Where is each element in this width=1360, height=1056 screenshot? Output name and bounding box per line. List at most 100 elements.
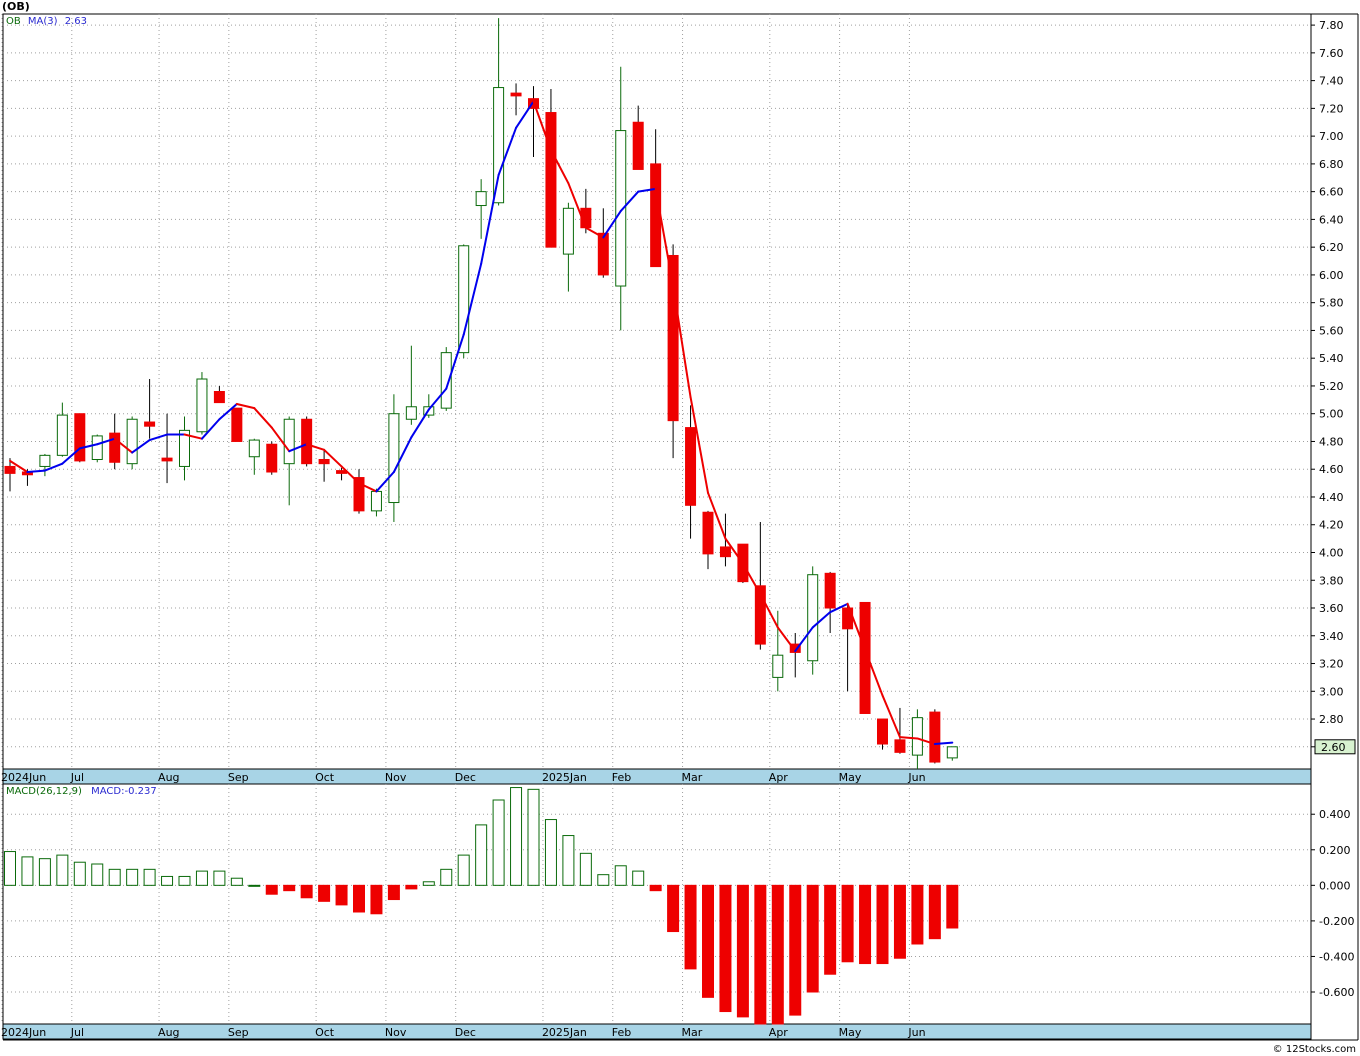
macd-bar [300, 884, 313, 899]
ma-line-segment [741, 562, 762, 596]
price-tick-label: 5.60 [1319, 324, 1344, 337]
macd-bar [440, 868, 453, 886]
price-tick-label: 3.00 [1319, 685, 1344, 698]
candle-body [301, 418, 313, 465]
candle-body [475, 191, 487, 207]
ma-line-segment [270, 426, 291, 453]
candle-body [597, 232, 609, 276]
ma-line-segment [898, 736, 919, 740]
candle-body [772, 654, 784, 678]
date-tick-label: May [839, 1026, 862, 1039]
macd-bar [702, 884, 714, 998]
date-tick-label: Dec [455, 1026, 476, 1039]
credit-text: © 12Stocks.com [1272, 1044, 1356, 1055]
macd-tick-label: 0.000 [1319, 879, 1351, 892]
candle-body [405, 406, 417, 420]
candle-body [911, 717, 923, 756]
macd-bar [632, 870, 645, 886]
ma-line-segment [96, 437, 116, 446]
price-tick-label: 3.80 [1319, 574, 1344, 587]
candle-body [39, 454, 51, 467]
price-tick-label: 3.40 [1319, 630, 1344, 643]
candle-body [877, 718, 888, 745]
macd-tick-label: 0.200 [1319, 844, 1351, 857]
candle-body [685, 427, 697, 506]
macd-bar [876, 884, 889, 965]
candle-body [458, 245, 470, 354]
candle-body [196, 378, 208, 433]
date-tick-label: Nov [385, 1026, 407, 1039]
price-tick-label: 5.00 [1319, 408, 1344, 421]
price-tick-label: 3.60 [1319, 602, 1344, 615]
price-tick-label: 3.20 [1319, 658, 1344, 671]
candle-body [56, 414, 68, 456]
candle-body [562, 207, 574, 255]
macd-bar [230, 877, 243, 886]
macd-bar [475, 824, 488, 886]
macd-bar [946, 884, 959, 929]
ma-line-segment [323, 448, 343, 468]
candle-body [824, 572, 836, 609]
candle-body [21, 471, 33, 476]
ma-line-segment [340, 465, 360, 485]
macd-bar [405, 884, 418, 890]
macd-tick-label: -0.200 [1319, 915, 1354, 928]
macd-bar [161, 875, 174, 886]
ma-line-segment [532, 100, 552, 152]
macd-tick-label: 0.400 [1319, 808, 1351, 821]
date-tick-label: 2025Jan [542, 771, 587, 784]
macd-tick-label: -0.400 [1319, 950, 1354, 963]
candle-body [632, 121, 644, 170]
ma-line-segment [916, 737, 936, 746]
macd-bar [126, 868, 139, 886]
ma-line-segment [427, 387, 448, 411]
candle-body [754, 585, 766, 645]
price-tick-label: 2.80 [1319, 713, 1344, 726]
date-axis-band [2, 768, 1312, 785]
macd-tick-label: -0.600 [1319, 986, 1354, 999]
legend-macd-label: MACD(26,12,9) [6, 786, 82, 797]
ma-line-segment [26, 469, 46, 473]
price-tick-label: 4.20 [1319, 519, 1344, 532]
date-tick-label: May [839, 771, 862, 784]
candle-body [545, 112, 557, 248]
candle-body [615, 130, 627, 287]
last-price-tag [1314, 739, 1356, 755]
ma-line-segment [654, 187, 675, 288]
candle-body [231, 407, 243, 442]
candle-body [248, 439, 260, 458]
macd-bar [492, 799, 505, 886]
candle-body [353, 477, 365, 512]
macd-bar [4, 851, 16, 886]
price-tick-label: 5.20 [1319, 380, 1344, 393]
candle-body [370, 490, 382, 512]
price-tick-label: 4.80 [1319, 435, 1344, 448]
ma-line-segment [218, 402, 238, 421]
date-tick-label: Jun [907, 1026, 925, 1039]
macd-bar [318, 884, 331, 902]
price-tick-label: 7.40 [1319, 75, 1344, 88]
date-tick-label: Dec [455, 771, 476, 784]
macd-bar [457, 854, 470, 886]
macd-bar [841, 884, 854, 963]
macd-bar [143, 868, 156, 886]
candle-body [580, 207, 592, 229]
macd-bar [562, 835, 575, 886]
price-plot-frame [2, 13, 1312, 770]
macd-bar [265, 884, 278, 895]
ma-line-segment [131, 439, 151, 454]
macd-plot-frame [2, 783, 1312, 1025]
candle-body [213, 391, 225, 404]
ma-line-segment [9, 459, 29, 473]
macd-bar [56, 854, 69, 886]
macd-bar [806, 884, 819, 993]
candle-body [126, 418, 138, 465]
ma-line-segment [689, 396, 709, 494]
macd-legend: MACD(26,12,9) MACD:-0.237 [6, 786, 157, 797]
date-tick-label: Mar [682, 1026, 703, 1039]
macd-bar [73, 861, 86, 886]
macd-bar [544, 819, 557, 886]
macd-bar [667, 884, 680, 933]
date-axis-band [2, 1023, 1312, 1040]
price-tick-label: 2.60 [1319, 741, 1344, 754]
